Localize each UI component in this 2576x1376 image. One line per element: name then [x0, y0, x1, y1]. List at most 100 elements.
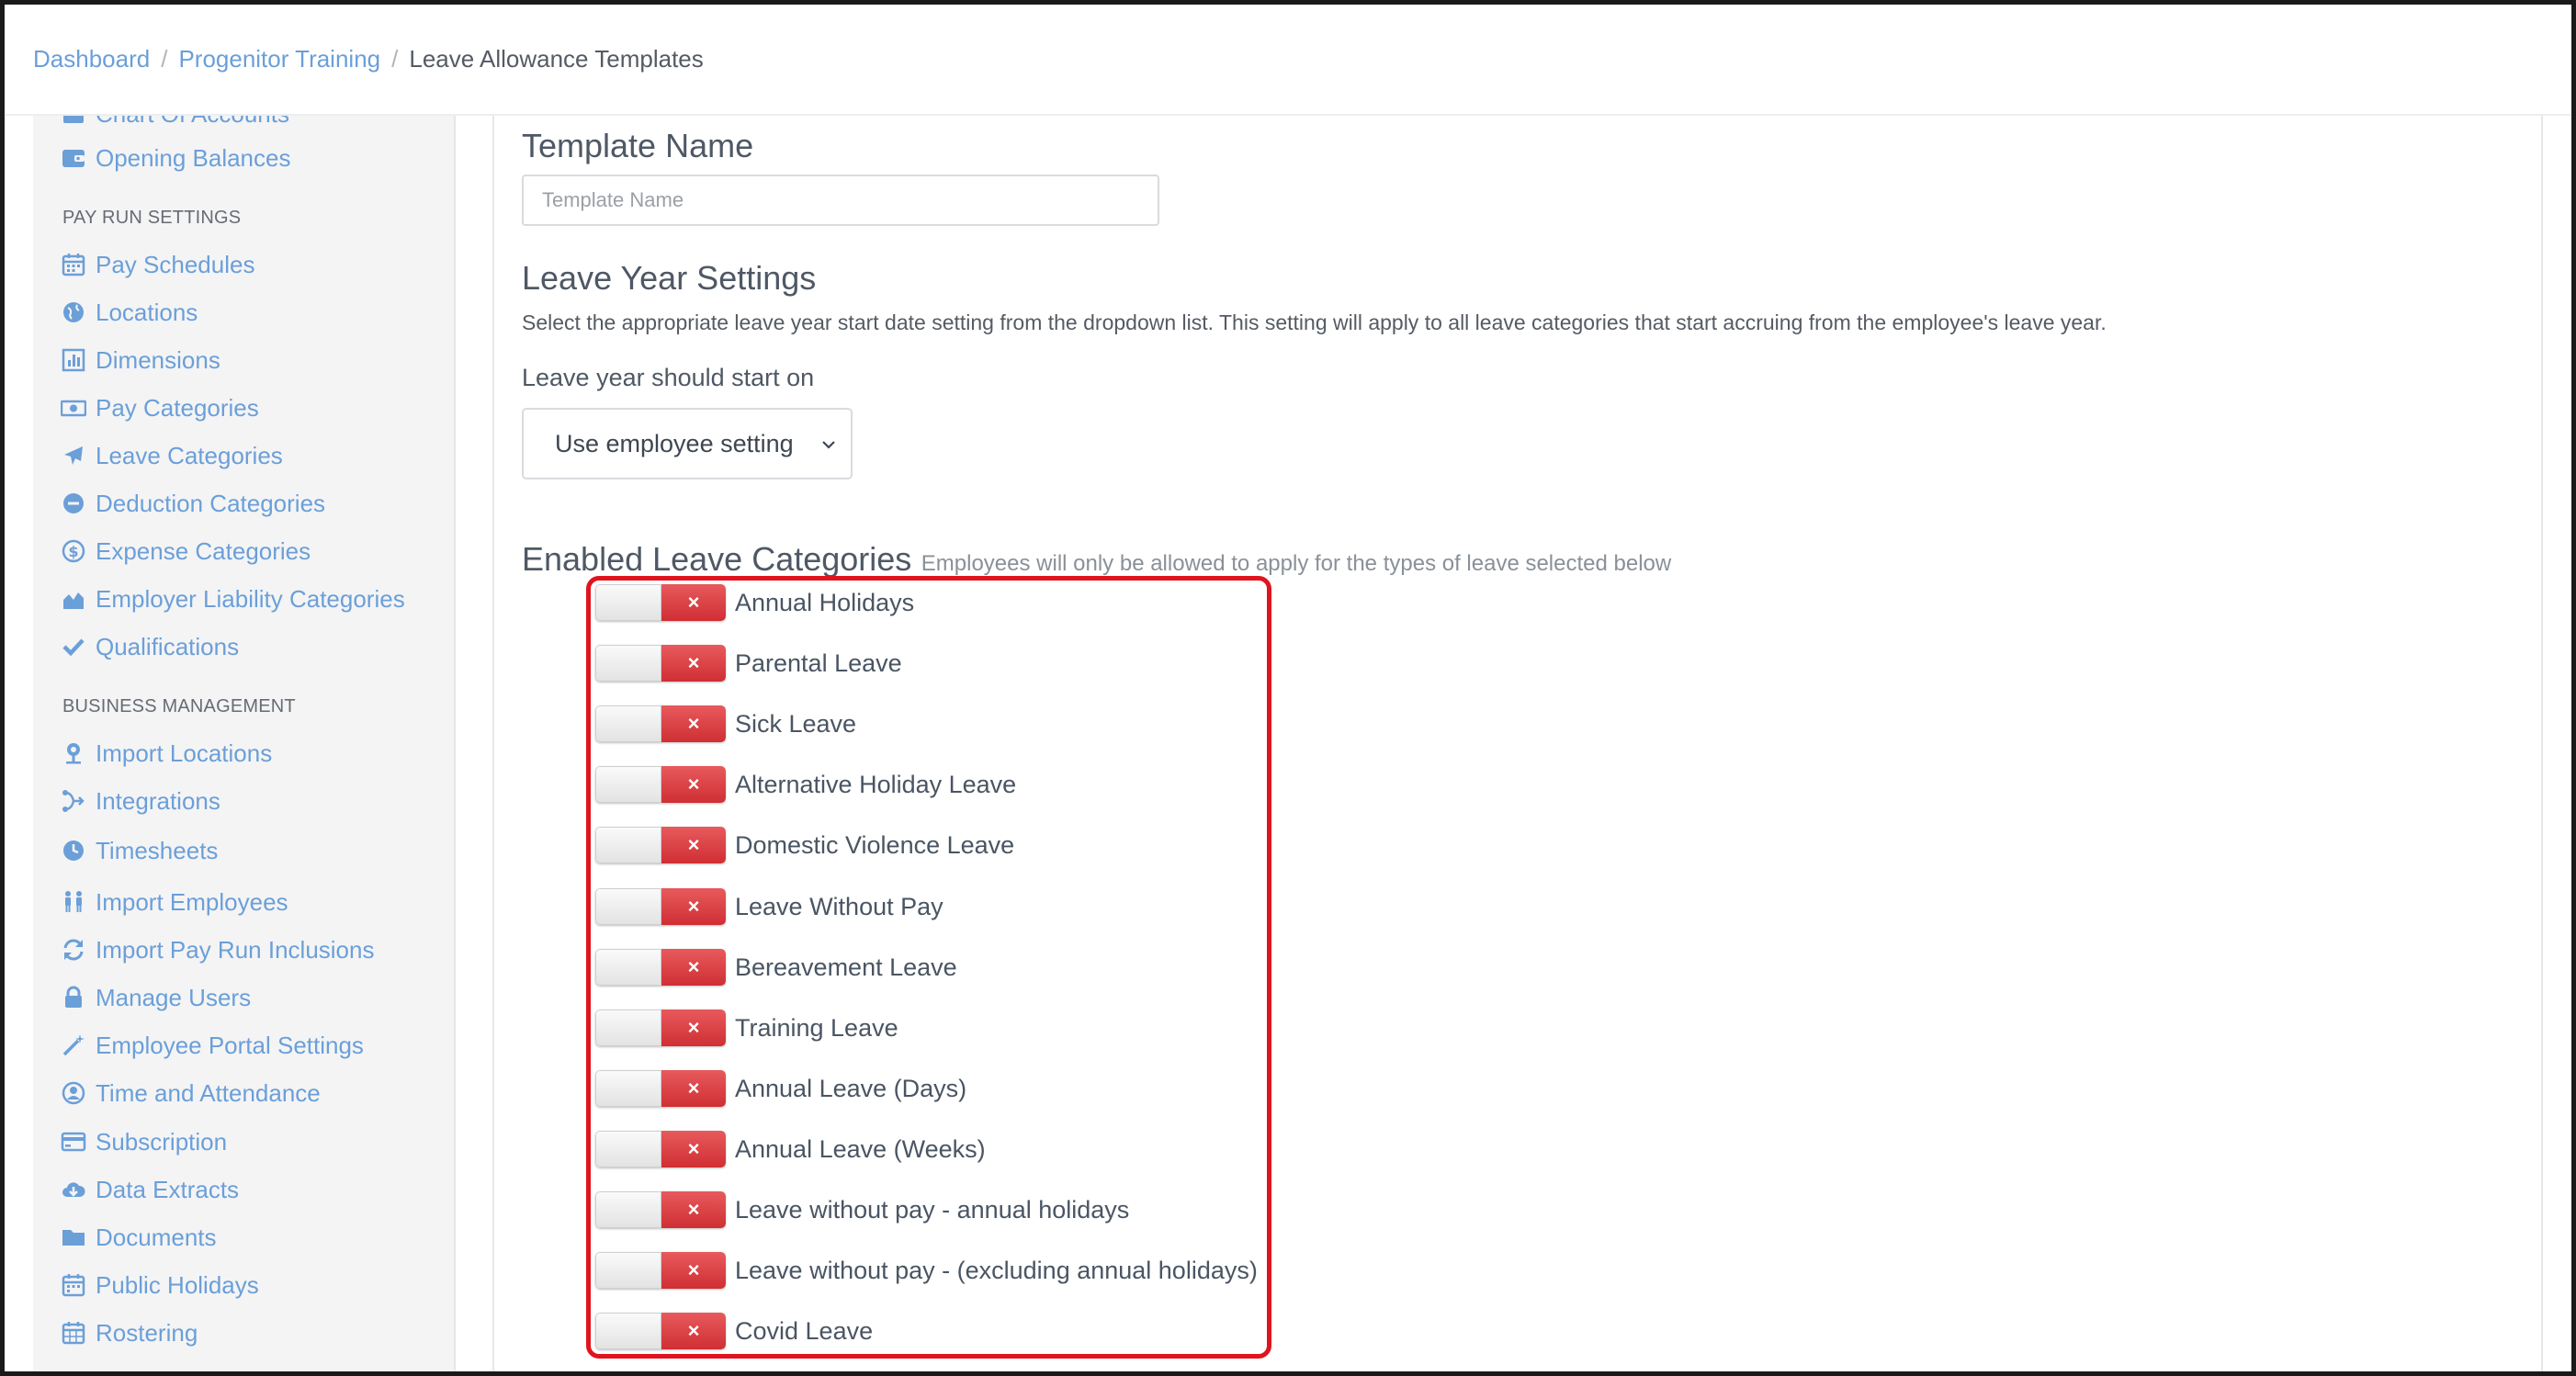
template-name-heading: Template Name: [522, 127, 754, 164]
sidebar-item-label: Subscription: [96, 1127, 228, 1156]
sidebar-item-dimensions[interactable]: Dimensions: [61, 342, 220, 378]
leave-category-label: Parental Leave: [735, 649, 902, 677]
sidebar-item-label: Dimensions: [96, 345, 220, 374]
close-icon: ×: [661, 1252, 726, 1289]
toggle-knob: [595, 888, 661, 925]
sidebar-item-label: Rostering: [96, 1318, 198, 1347]
sidebar-item-qualifications[interactable]: Qualifications: [61, 628, 239, 665]
leave-category-toggle[interactable]: ×: [595, 949, 726, 986]
sidebar-item-label: Employee Portal Settings: [96, 1031, 364, 1059]
leave-category-label: Sick Leave: [735, 709, 857, 738]
sidebar-item-label: Time and Attendance: [96, 1078, 321, 1107]
close-icon: ×: [661, 1070, 726, 1107]
sidebar-item-import-locations[interactable]: Import Locations: [61, 735, 272, 772]
sidebar-item-label: Timesheets: [96, 836, 219, 864]
sidebar-item-label: Data Extracts: [96, 1175, 240, 1203]
sidebar-item-pay-categories[interactable]: Pay Categories: [61, 389, 259, 426]
sidebar-item-label: Employer Liability Categories: [96, 584, 405, 613]
leave-category-toggle[interactable]: ×: [595, 1009, 726, 1046]
minus-circle-icon: [63, 493, 84, 513]
sidebar-item-opening-balances[interactable]: Opening Balances: [61, 140, 290, 176]
section-heading-business-management: BUSINESS MANAGEMENT: [62, 696, 296, 716]
leave-category-label: Leave without pay - annual holidays: [735, 1195, 1130, 1224]
leave-year-start-label: Leave year should start on: [522, 364, 815, 391]
sidebar-item-label: Locations: [96, 298, 198, 326]
sidebar-item-manage-users[interactable]: Manage Users: [61, 979, 251, 1016]
leave-category-toggle[interactable]: ×: [595, 1191, 726, 1228]
leave-category-row: × Training Leave: [595, 1009, 898, 1046]
sidebar-item-public-holidays[interactable]: Public Holidays: [61, 1267, 259, 1303]
leave-category-toggle[interactable]: ×: [595, 827, 726, 863]
check-icon: [62, 638, 85, 657]
sidebar-item-deduction-categories[interactable]: Deduction Categories: [61, 485, 325, 522]
sidebar-item-label: Manage Users: [96, 983, 252, 1011]
leave-category-row: × Sick Leave: [595, 705, 856, 742]
breadcrumb-separator: /: [391, 44, 399, 73]
breadcrumb-dashboard[interactable]: Dashboard: [33, 45, 150, 73]
leave-year-settings-heading: Leave Year Settings: [522, 259, 817, 297]
leave-category-toggle[interactable]: ×: [595, 1252, 726, 1289]
bar-chart-icon: [62, 348, 85, 372]
sidebar-item-employer-liability-categories[interactable]: Employer Liability Categories: [61, 581, 405, 617]
sidebar-item-import-pay-run-inclusions[interactable]: Import Pay Run Inclusions: [61, 931, 374, 968]
leave-category-label: Domestic Violence Leave: [735, 830, 1015, 859]
sidebar-item-label: Deduction Categories: [96, 489, 326, 517]
toggle-knob: [595, 766, 661, 803]
sidebar-item-timesheets[interactable]: Timesheets: [61, 832, 218, 869]
leave-category-toggle[interactable]: ×: [595, 1313, 726, 1349]
leave-category-row: × Leave without pay - annual holidays: [595, 1191, 1129, 1228]
close-icon: ×: [661, 1191, 726, 1228]
leave-category-row: × Annual Holidays: [595, 584, 914, 621]
leave-year-start-select[interactable]: Use employee setting: [522, 408, 853, 479]
leave-category-toggle[interactable]: ×: [595, 584, 726, 621]
sidebar-item-label: Import Employees: [96, 887, 288, 916]
sidebar-item-data-extracts[interactable]: Data Extracts: [61, 1171, 239, 1208]
leave-category-label: Leave without pay - (excluding annual ho…: [735, 1256, 1258, 1284]
sidebar-item-integrations[interactable]: Integrations: [61, 783, 220, 819]
leave-category-label: Bereavement Leave: [735, 953, 957, 981]
sidebar-item-employee-portal-settings[interactable]: Employee Portal Settings: [61, 1027, 364, 1064]
leave-category-toggle[interactable]: ×: [595, 705, 726, 742]
user-circle-icon: [62, 1081, 85, 1105]
leave-category-toggle[interactable]: ×: [595, 888, 726, 925]
sidebar-item-locations[interactable]: Locations: [61, 294, 198, 331]
sidebar-item-time-and-attendance[interactable]: Time and Attendance: [61, 1075, 321, 1111]
close-icon: ×: [661, 1009, 726, 1046]
breadcrumb-current: Leave Allowance Templates: [409, 44, 704, 73]
toggle-knob: [595, 584, 661, 621]
leave-category-label: Training Leave: [735, 1013, 898, 1042]
calendar-grid-icon: [62, 1322, 85, 1345]
toggle-knob: [595, 827, 661, 863]
sidebar-item-import-employees[interactable]: Import Employees: [61, 884, 288, 920]
magic-wand-icon: [62, 1034, 85, 1056]
sidebar-item-rostering[interactable]: Rostering: [61, 1314, 198, 1351]
refresh-icon: [63, 939, 84, 961]
main-panel: [492, 116, 2543, 1371]
close-icon: ×: [661, 584, 726, 621]
sidebar-item-label: Public Holidays: [96, 1270, 259, 1299]
leave-category-toggle[interactable]: ×: [595, 1070, 726, 1107]
template-name-input[interactable]: [522, 175, 1159, 226]
leave-category-toggle[interactable]: ×: [595, 645, 726, 682]
sidebar-item-label: Integrations: [96, 786, 220, 815]
calendar-icon: [62, 1274, 85, 1297]
sidebar-item-leave-categories[interactable]: Leave Categories: [61, 437, 283, 474]
sidebar-item-documents[interactable]: Documents: [61, 1219, 217, 1256]
credit-card-icon: [61, 1132, 86, 1152]
close-icon: ×: [661, 1313, 726, 1349]
sidebar-item-expense-categories[interactable]: $ Expense Categories: [61, 533, 311, 570]
leave-category-label: Covid Leave: [735, 1316, 874, 1345]
leave-category-toggle[interactable]: ×: [595, 766, 726, 803]
close-icon: ×: [661, 1131, 726, 1167]
sidebar-item-pay-schedules[interactable]: Pay Schedules: [61, 246, 254, 283]
area-chart-icon: [63, 592, 84, 609]
sidebar-item-subscription[interactable]: Subscription: [61, 1123, 227, 1160]
leave-category-label: Annual Leave (Weeks): [735, 1134, 986, 1163]
leave-category-toggle[interactable]: ×: [595, 1131, 726, 1167]
sidebar-item-label: Leave Categories: [96, 441, 283, 469]
sidebar-item-chart-of-accounts[interactable]: Chart Of Accounts: [61, 116, 289, 132]
toggle-knob: [595, 1252, 661, 1289]
close-icon: ×: [661, 645, 726, 682]
leave-category-row: × Bereavement Leave: [595, 949, 957, 986]
breadcrumb-progenitor-training[interactable]: Progenitor Training: [178, 45, 380, 73]
